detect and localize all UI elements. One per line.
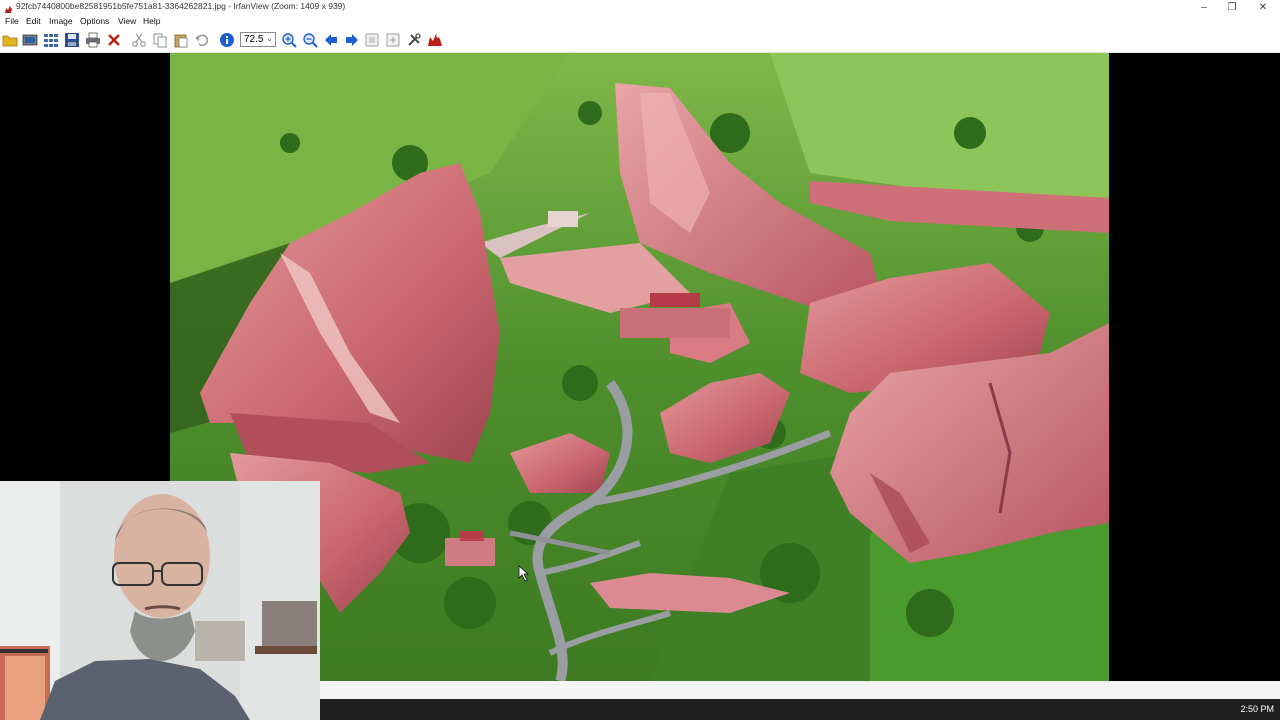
menu-image[interactable]: Image bbox=[49, 16, 73, 26]
open-folder-icon[interactable] bbox=[2, 32, 18, 48]
delete-icon[interactable] bbox=[106, 32, 122, 48]
zoom-level-value: 72.5 bbox=[244, 34, 264, 45]
taskbar: 2:50 PM bbox=[320, 699, 1280, 720]
menu-view[interactable]: View bbox=[118, 16, 136, 26]
fit-icon[interactable] bbox=[364, 32, 380, 48]
zoom-out-icon[interactable] bbox=[302, 32, 318, 48]
irfanview-logo-icon[interactable] bbox=[427, 32, 443, 48]
menu-edit[interactable]: Edit bbox=[26, 16, 41, 26]
window-title: 92fcb7440800be82581951b5fe751a81-3364262… bbox=[16, 1, 346, 11]
undo-icon[interactable] bbox=[194, 32, 210, 48]
toolbar: 72.5 ⌄ bbox=[0, 28, 1280, 53]
actual-size-icon[interactable] bbox=[385, 32, 401, 48]
print-icon[interactable] bbox=[85, 32, 101, 48]
maximize-button[interactable]: ❐ bbox=[1216, 0, 1248, 15]
zoom-level-combobox[interactable]: 72.5 ⌄ bbox=[240, 32, 276, 47]
previous-icon[interactable] bbox=[323, 32, 339, 48]
chevron-down-icon[interactable]: ⌄ bbox=[266, 34, 273, 43]
zoom-in-icon[interactable] bbox=[281, 32, 297, 48]
slideshow-icon[interactable] bbox=[22, 32, 38, 48]
save-icon[interactable] bbox=[64, 32, 80, 48]
close-button[interactable]: ✕ bbox=[1247, 0, 1279, 15]
thumbnails-icon[interactable] bbox=[43, 32, 59, 48]
cut-icon[interactable] bbox=[131, 32, 147, 48]
menu-bar: File Edit Image Options View Help bbox=[0, 15, 1280, 28]
status-bar bbox=[320, 681, 1280, 699]
menu-file[interactable]: File bbox=[5, 16, 19, 26]
menu-options[interactable]: Options bbox=[80, 16, 109, 26]
copy-icon[interactable] bbox=[152, 32, 168, 48]
taskbar-clock[interactable]: 2:50 PM bbox=[1240, 704, 1274, 714]
title-bar: 92fcb7440800be82581951b5fe751a81-3364262… bbox=[0, 0, 1280, 15]
next-icon[interactable] bbox=[344, 32, 360, 48]
info-icon[interactable] bbox=[219, 32, 235, 48]
settings-icon[interactable] bbox=[406, 32, 422, 48]
irfanview-app-icon bbox=[4, 3, 13, 13]
paste-icon[interactable] bbox=[173, 32, 189, 48]
webcam-overlay bbox=[0, 481, 320, 720]
menu-help[interactable]: Help bbox=[143, 16, 160, 26]
